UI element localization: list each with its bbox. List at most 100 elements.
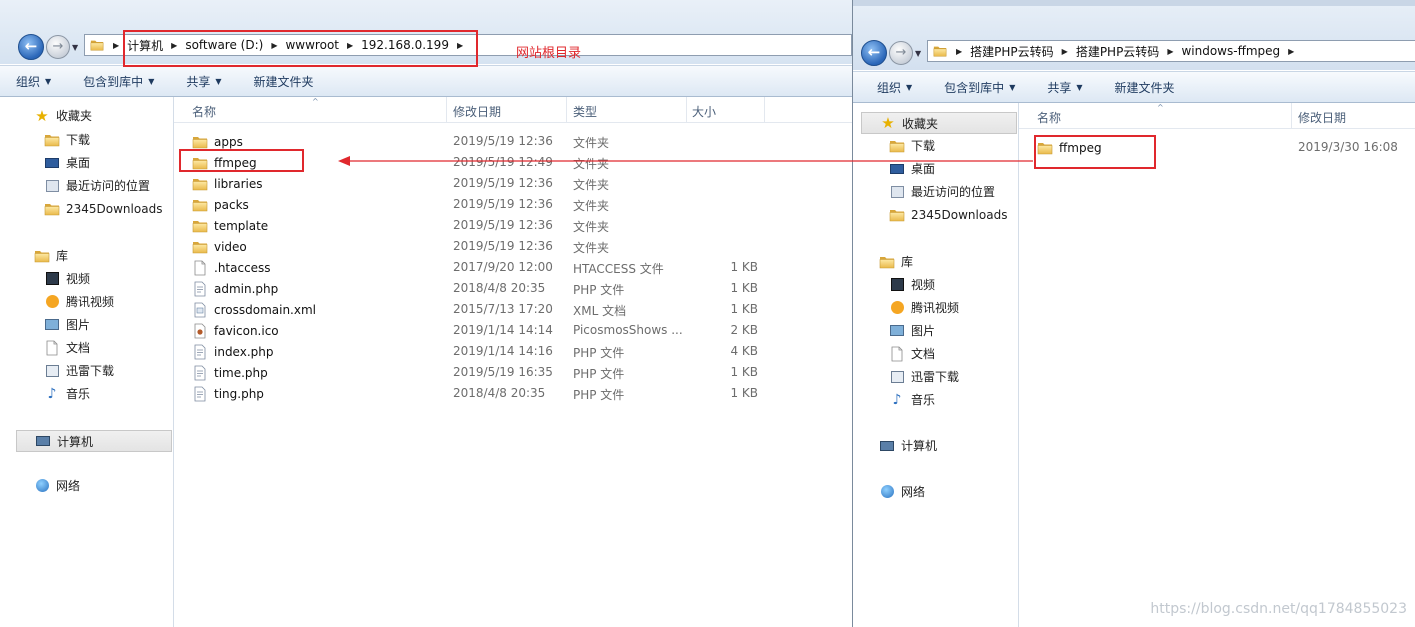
back-button[interactable]: ←	[18, 34, 44, 60]
table-row[interactable]: time.php 2019/5/19 16:35 PHP 文件 1 KB	[174, 362, 852, 383]
nav-documents[interactable]: 文档	[44, 339, 90, 356]
recent-pages-dropdown[interactable]: ▼	[915, 49, 925, 58]
nav-network[interactable]: 网络	[34, 477, 80, 494]
chevron-right-icon[interactable]: ▶	[1062, 47, 1068, 56]
caret-down-icon: ▼	[906, 82, 913, 92]
share-button[interactable]: 共享 ▼	[186, 73, 221, 90]
forward-button[interactable]: →	[889, 41, 913, 65]
nav-xunlei-downloads[interactable]: 迅雷下载	[889, 368, 959, 385]
table-row[interactable]: index.php 2019/1/14 14:16 PHP 文件 4 KB	[174, 341, 852, 362]
navigation-pane: ★ 收藏夹 下载 桌面 最近访问的位置 2345Downloads 库 视频 腾讯…	[0, 97, 174, 627]
file-date-cell: 2019/5/19 16:35	[453, 365, 553, 379]
nav-desktop[interactable]: 桌面	[889, 160, 935, 177]
column-type[interactable]: 类型	[573, 103, 597, 120]
address-bar-area: ← → ▼ ▶ 搭建PHP云转码 ▶ 搭建PHP云转码 ▶ windows-ff…	[853, 6, 1415, 70]
new-folder-button[interactable]: 新建文件夹	[1115, 79, 1175, 96]
chevron-right-icon: ▶	[956, 46, 963, 56]
breadcrumb-segment[interactable]: 搭建PHP云转码	[1076, 43, 1160, 60]
nav-xunlei-downloads[interactable]: 迅雷下载	[44, 362, 114, 379]
breadcrumb-windows-ffmpeg[interactable]: windows-ffmpeg	[1181, 44, 1280, 58]
file-name-cell: apps	[192, 134, 243, 150]
nav-favorites[interactable]: ★ 收藏夹	[861, 112, 1017, 134]
address-bar[interactable]: ▶ 搭建PHP云转码 ▶ 搭建PHP云转码 ▶ windows-ffmpeg ▶	[927, 40, 1415, 62]
nav-music[interactable]: ♪ 音乐	[889, 391, 935, 408]
file-name-cell: video	[192, 239, 247, 255]
column-divider[interactable]	[764, 97, 765, 123]
file-name: template	[214, 219, 269, 233]
nav-libraries[interactable]: 库	[34, 247, 68, 264]
back-button[interactable]: ←	[861, 40, 887, 66]
table-row[interactable]: video 2019/5/19 12:36 文件夹	[174, 236, 852, 257]
nav-videos[interactable]: 视频	[44, 270, 90, 287]
nav-network[interactable]: 网络	[879, 483, 925, 500]
video-library-icon	[889, 277, 905, 293]
file-name-cell: .htaccess	[192, 260, 271, 276]
file-date-cell: 2019/3/30 16:08	[1298, 140, 1398, 154]
forward-button[interactable]: →	[46, 35, 70, 59]
nav-downloads[interactable]: 下载	[44, 131, 90, 148]
nav-computer[interactable]: 计算机	[879, 437, 937, 454]
table-row[interactable]: admin.php 2018/4/8 20:35 PHP 文件 1 KB	[174, 278, 852, 299]
table-row[interactable]: ting.php 2018/4/8 20:35 PHP 文件 1 KB	[174, 383, 852, 404]
column-name[interactable]: 名称	[192, 103, 216, 120]
table-row[interactable]: packs 2019/5/19 12:36 文件夹	[174, 194, 852, 215]
nav-tencent-video[interactable]: 腾讯视频	[44, 293, 114, 310]
nav-desktop[interactable]: 桌面	[44, 154, 90, 171]
column-divider[interactable]	[446, 97, 447, 123]
caret-down-icon: ▼	[215, 76, 222, 86]
nav-tencent-video[interactable]: 腾讯视频	[889, 299, 959, 316]
library-icon	[879, 254, 895, 270]
include-in-library-button[interactable]: 包含到库中 ▼	[944, 79, 1015, 96]
nav-2345downloads[interactable]: 2345Downloads	[889, 207, 1007, 223]
chevron-right-icon[interactable]: ▶	[1167, 47, 1173, 56]
column-divider[interactable]	[566, 97, 567, 123]
desktop-icon	[44, 155, 60, 171]
new-folder-button[interactable]: 新建文件夹	[254, 73, 314, 90]
nav-2345downloads[interactable]: 2345Downloads	[44, 201, 162, 217]
column-date-modified[interactable]: 修改日期	[1298, 109, 1346, 126]
arrow-right-icon: →	[895, 45, 907, 60]
nav-label: 收藏夹	[56, 109, 93, 123]
table-row[interactable]: crossdomain.xml 2015/7/13 17:20 XML 文档 1 KB	[174, 299, 852, 320]
chevron-right-icon[interactable]: ▶	[1288, 47, 1294, 56]
nav-videos[interactable]: 视频	[889, 276, 935, 293]
nav-pictures[interactable]: 图片	[889, 322, 935, 339]
xunlei-downloads-icon	[889, 369, 905, 385]
file-size-cell: 1 KB	[730, 365, 758, 379]
share-button[interactable]: 共享 ▼	[1047, 79, 1082, 96]
folder-icon	[192, 218, 208, 234]
recent-pages-dropdown[interactable]: ▼	[72, 43, 82, 52]
recent-places-icon	[44, 178, 60, 194]
nav-label: 计算机	[901, 439, 938, 453]
nav-favorites[interactable]: ★ 收藏夹	[34, 107, 93, 125]
table-row[interactable]: template 2019/5/19 12:36 文件夹	[174, 215, 852, 236]
include-in-library-button[interactable]: 包含到库中 ▼	[83, 73, 154, 90]
nav-downloads[interactable]: 下载	[889, 137, 935, 154]
nav-pictures[interactable]: 图片	[44, 316, 90, 333]
nav-music[interactable]: ♪ 音乐	[44, 385, 90, 402]
column-name[interactable]: 名称	[1037, 109, 1061, 126]
file-size-cell: 1 KB	[730, 302, 758, 316]
column-divider[interactable]	[686, 97, 687, 123]
explorer-window-right: ← → ▼ ▶ 搭建PHP云转码 ▶ 搭建PHP云转码 ▶ windows-ff…	[852, 0, 1415, 627]
nav-computer[interactable]: 计算机	[16, 430, 172, 452]
nav-libraries[interactable]: 库	[879, 253, 913, 270]
table-row[interactable]: .htaccess 2017/9/20 12:00 HTACCESS 文件 1 KB	[174, 257, 852, 278]
column-divider[interactable]	[1291, 103, 1292, 129]
organize-button[interactable]: 组织 ▼	[877, 79, 912, 96]
column-size[interactable]: 大小	[692, 103, 716, 120]
nav-recent-places[interactable]: 最近访问的位置	[889, 183, 995, 200]
star-icon: ★	[881, 114, 895, 132]
nav-documents[interactable]: 文档	[889, 345, 935, 362]
organize-button[interactable]: 组织 ▼	[16, 73, 51, 90]
file-type-cell: 文件夹	[573, 136, 610, 150]
nav-recent-places[interactable]: 最近访问的位置	[44, 177, 150, 194]
table-row[interactable]: favicon.ico 2019/1/14 14:14 PicosmosShows …	[174, 320, 852, 341]
nav-label: 库	[901, 255, 914, 269]
file-icon	[192, 260, 208, 276]
file-name-cell: time.php	[192, 365, 268, 381]
table-row[interactable]: libraries 2019/5/19 12:36 文件夹	[174, 173, 852, 194]
share-label: 共享	[1047, 80, 1072, 95]
breadcrumb-segment[interactable]: 搭建PHP云转码	[970, 43, 1054, 60]
column-date-modified[interactable]: 修改日期	[453, 103, 501, 120]
